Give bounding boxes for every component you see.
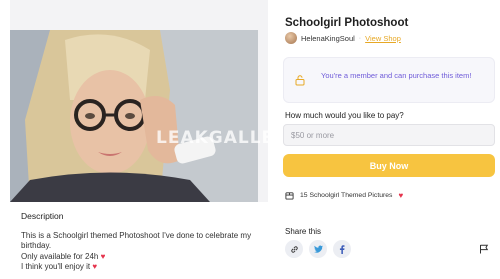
description-line-2: Only available for 24h <box>21 251 99 261</box>
creator-row: HelenaKingSoul · View Shop <box>285 31 401 45</box>
description-heading: Description <box>21 211 64 221</box>
product-media-column: LEAKGALLE Description This is a Schoolgi… <box>0 0 273 279</box>
heart-icon: ♥ <box>92 262 98 272</box>
description-line-3: I think you'll enjoy it <box>21 262 91 272</box>
package-icon <box>285 192 294 200</box>
member-notice: You're a member and can purchase this it… <box>283 57 495 103</box>
facebook-icon <box>339 244 345 254</box>
product-photo-art <box>10 30 258 202</box>
image-watermark: LEAKGALLE <box>156 128 275 148</box>
twitter-icon <box>313 245 323 253</box>
view-shop-link[interactable]: View Shop <box>365 34 401 43</box>
link-icon <box>290 245 298 253</box>
pay-amount-input[interactable] <box>283 124 495 146</box>
member-notice-text: You're a member and can purchase this it… <box>321 71 472 80</box>
copy-link-button[interactable] <box>285 240 303 258</box>
separator-dot: · <box>358 34 362 42</box>
description-text: This is a Schoolgirl themed Photoshoot I… <box>21 231 256 273</box>
description-line-3-row: I think you'll enjoy it ♥ <box>21 262 256 272</box>
product-details-column: Schoolgirl Photoshoot HelenaKingSoul · V… <box>283 0 500 279</box>
product-title: Schoolgirl Photoshoot <box>285 17 409 29</box>
heart-icon: ♥ <box>100 251 106 261</box>
description-line-2-row: Only available for 24h ♥ <box>21 252 256 262</box>
included-item: 15 Schoolgirl Themed Pictures ♥ <box>285 191 403 200</box>
report-button[interactable] <box>476 241 492 257</box>
flag-icon <box>480 244 489 254</box>
creator-name[interactable]: HelenaKingSoul <box>301 34 355 43</box>
buy-now-button[interactable]: Buy Now <box>283 154 495 177</box>
share-twitter-button[interactable] <box>309 240 327 258</box>
share-facebook-button[interactable] <box>333 240 351 258</box>
share-buttons <box>285 240 351 258</box>
share-label: Share this <box>285 227 322 236</box>
included-text: 15 Schoolgirl Themed Pictures <box>300 192 393 199</box>
pay-amount-label: How much would you like to pay? <box>285 111 404 120</box>
heart-icon: ♥ <box>398 191 404 200</box>
avatar[interactable] <box>285 32 297 44</box>
lock-icon <box>295 75 305 86</box>
description-line-1: This is a Schoolgirl themed Photoshoot I… <box>21 231 252 251</box>
product-image[interactable] <box>10 30 258 202</box>
